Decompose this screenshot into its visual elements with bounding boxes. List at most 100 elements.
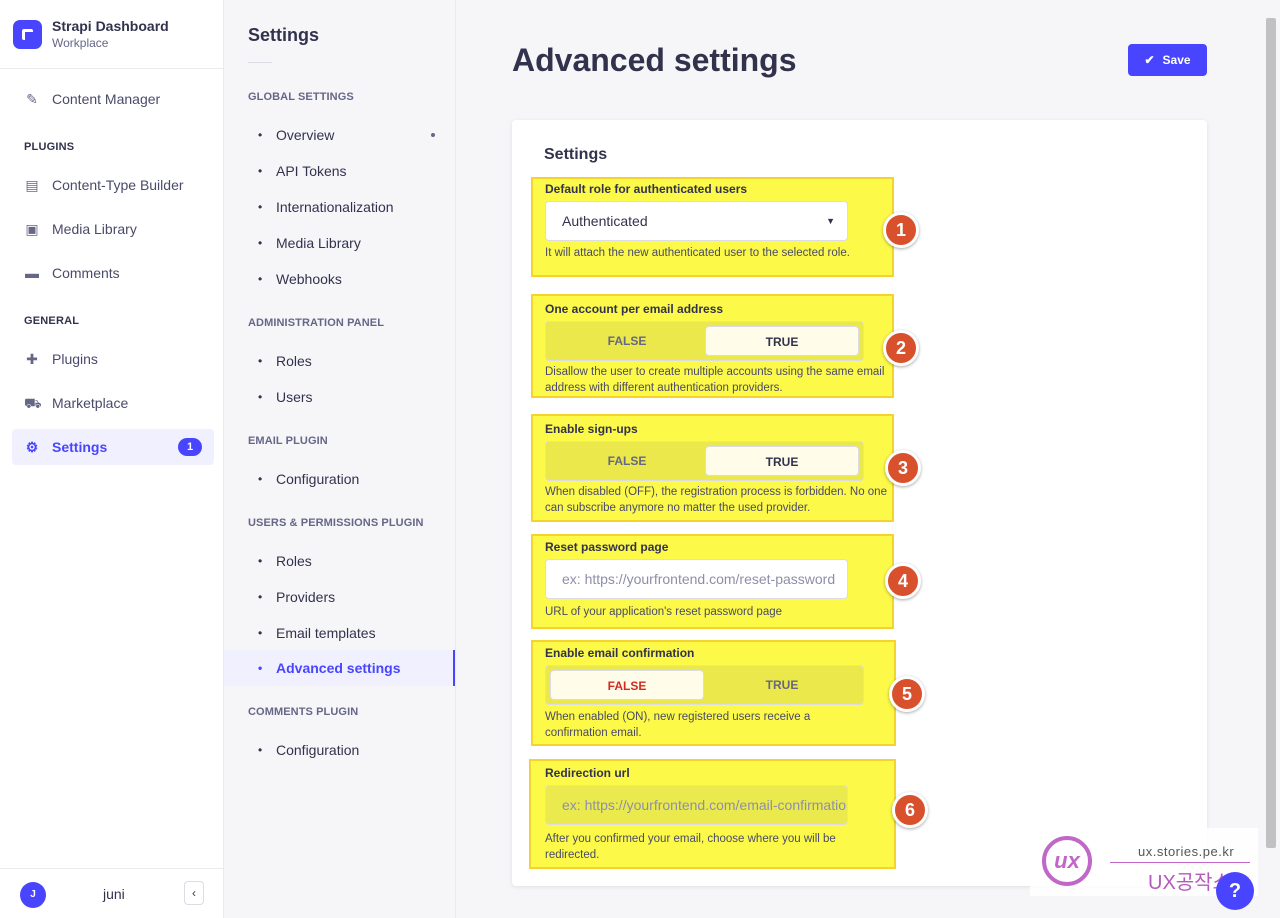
new-dot-icon bbox=[431, 133, 435, 137]
nav-label: Marketplace bbox=[52, 395, 129, 411]
collapse-nav-button[interactable]: ‹ bbox=[184, 881, 204, 905]
help-button[interactable]: ? bbox=[1216, 872, 1254, 910]
step-marker-2: 2 bbox=[883, 330, 919, 366]
subnav-item-internationalization[interactable]: Internationalization bbox=[224, 189, 455, 225]
nav-label: Content-Type Builder bbox=[52, 177, 184, 193]
watermark-logo-icon: ux bbox=[1042, 836, 1092, 886]
username[interactable]: juni bbox=[103, 886, 125, 902]
toggle-option-false[interactable]: FALSE bbox=[550, 326, 704, 356]
field-email-confirmation: Enable email confirmation FALSE TRUE Whe… bbox=[531, 640, 896, 746]
nav-label: Media Library bbox=[52, 221, 137, 237]
section-global-settings: GLOBAL SETTINGS bbox=[248, 91, 354, 103]
subnav-item-users[interactable]: Users bbox=[224, 379, 455, 415]
step-marker-5: 5 bbox=[889, 676, 925, 712]
subnav-label: Advanced settings bbox=[276, 660, 401, 676]
field-label: Enable sign-ups bbox=[545, 422, 638, 436]
field-enable-signups: Enable sign-ups FALSE TRUE When disabled… bbox=[531, 414, 894, 522]
reset-password-url-input[interactable]: ex: https://yourfrontend.com/reset-passw… bbox=[545, 559, 848, 599]
cart-icon: ⛟ bbox=[24, 395, 42, 411]
field-reset-password-page: Reset password page ex: https://yourfron… bbox=[531, 534, 894, 629]
select-value: Authenticated bbox=[562, 213, 648, 229]
subnav-label: Users bbox=[276, 389, 313, 405]
subnav-item-webhooks[interactable]: Webhooks bbox=[224, 261, 455, 297]
subnav-item-api-tokens[interactable]: API Tokens bbox=[224, 153, 455, 189]
field-hint: After you confirmed your email, choose w… bbox=[545, 833, 836, 861]
nav-section-general: GENERAL bbox=[24, 315, 80, 327]
caret-down-icon: ▼ bbox=[826, 216, 835, 226]
nav-settings[interactable]: ⚙ Settings 1 bbox=[12, 429, 214, 465]
section-administration-panel: ADMINISTRATION PANEL bbox=[248, 317, 385, 329]
section-comments-plugin: COMMENTS PLUGIN bbox=[248, 706, 359, 718]
watermark-divider bbox=[1110, 862, 1250, 863]
subnav-label: Email templates bbox=[276, 625, 376, 641]
speech-bubbles-icon: ▬ bbox=[25, 265, 39, 281]
page-scrollbar[interactable] bbox=[1262, 0, 1280, 918]
subnav-label: Webhooks bbox=[276, 271, 342, 287]
step-marker-3: 3 bbox=[885, 450, 921, 486]
toggle-option-true[interactable]: TRUE bbox=[705, 670, 859, 700]
settings-notification-badge: 1 bbox=[178, 438, 202, 456]
nav-media-library[interactable]: ▣ Media Library bbox=[12, 211, 214, 247]
subnav-label: Roles bbox=[276, 353, 312, 369]
field-label: Reset password page bbox=[545, 540, 669, 554]
subnav-item-email-configuration[interactable]: Configuration bbox=[224, 461, 455, 497]
nav-content-type-builder[interactable]: ▤ Content-Type Builder bbox=[12, 167, 214, 203]
workspace-brand[interactable]: Strapi Dashboard Workplace bbox=[0, 0, 223, 69]
field-label: Enable email confirmation bbox=[545, 646, 695, 660]
field-hint: URL of your application's reset password… bbox=[545, 606, 783, 618]
scrollbar-thumb[interactable] bbox=[1266, 18, 1276, 848]
toggle-option-true[interactable]: TRUE bbox=[705, 446, 859, 476]
layout-icon: ▤ bbox=[25, 177, 39, 193]
subnav-title: Settings bbox=[248, 25, 320, 45]
section-users-permissions-plugin: USERS & PERMISSIONS PLUGIN bbox=[248, 517, 424, 529]
field-label: Redirection url bbox=[545, 766, 630, 780]
brand-title: Strapi Dashboard bbox=[52, 18, 169, 34]
subnav-item-advanced-settings[interactable]: Advanced settings bbox=[224, 650, 455, 686]
step-marker-6: 6 bbox=[892, 792, 928, 828]
subnav-item-comments-configuration[interactable]: Configuration bbox=[224, 732, 455, 768]
settings-subnav: Settings GLOBAL SETTINGS Overview API To… bbox=[224, 0, 456, 918]
field-hint: When disabled (OFF), the registration pr… bbox=[545, 486, 887, 514]
user-footer: J juni ‹ bbox=[0, 868, 223, 918]
field-default-role: Default role for authenticated users Aut… bbox=[531, 177, 894, 277]
subnav-item-overview[interactable]: Overview bbox=[224, 117, 455, 153]
subnav-label: API Tokens bbox=[276, 163, 347, 179]
nav-plugins[interactable]: ✚ Plugins bbox=[12, 341, 214, 377]
pencil-icon: ✎ bbox=[26, 91, 38, 107]
main-navigation: Strapi Dashboard Workplace ✎ Content Man… bbox=[0, 0, 224, 918]
nav-content-manager[interactable]: ✎ Content Manager bbox=[12, 81, 214, 117]
subnav-item-media-library[interactable]: Media Library bbox=[224, 225, 455, 261]
nav-marketplace[interactable]: ⛟ Marketplace bbox=[12, 385, 214, 421]
check-icon: ✔ bbox=[1144, 53, 1155, 67]
field-hint: Disallow the user to create multiple acc… bbox=[545, 366, 885, 394]
subnav-item-up-roles[interactable]: Roles bbox=[224, 543, 455, 579]
default-role-select[interactable]: Authenticated ▼ bbox=[545, 201, 848, 241]
field-unique-email: One account per email address FALSE TRUE… bbox=[531, 294, 894, 398]
divider bbox=[248, 62, 272, 63]
subnav-label: Configuration bbox=[276, 471, 360, 487]
nav-label: Plugins bbox=[52, 351, 98, 367]
gear-icon: ⚙ bbox=[25, 439, 39, 455]
puzzle-icon: ✚ bbox=[26, 351, 38, 367]
step-marker-4: 4 bbox=[885, 563, 921, 599]
subnav-item-roles[interactable]: Roles bbox=[224, 343, 455, 379]
redirection-url-input[interactable]: ex: https://yourfrontend.com/email-confi… bbox=[545, 785, 848, 825]
enable-signups-toggle: FALSE TRUE bbox=[545, 441, 864, 481]
nav-comments[interactable]: ▬ Comments bbox=[12, 255, 214, 291]
toggle-option-false[interactable]: FALSE bbox=[550, 670, 704, 700]
nav-label: Settings bbox=[52, 439, 108, 455]
field-redirection-url: Redirection url ex: https://yourfrontend… bbox=[529, 759, 896, 869]
subnav-item-email-templates[interactable]: Email templates bbox=[224, 615, 455, 651]
subnav-label: Media Library bbox=[276, 235, 361, 251]
toggle-option-true[interactable]: TRUE bbox=[705, 326, 859, 356]
save-button-label: Save bbox=[1162, 53, 1191, 67]
subnav-item-providers[interactable]: Providers bbox=[224, 579, 455, 615]
nav-label: Comments bbox=[52, 265, 120, 281]
subnav-label: Providers bbox=[276, 589, 336, 605]
section-email-plugin: EMAIL PLUGIN bbox=[248, 435, 328, 447]
save-button[interactable]: ✔ Save bbox=[1128, 44, 1207, 76]
card-title: Settings bbox=[544, 146, 608, 163]
toggle-option-false[interactable]: FALSE bbox=[550, 446, 704, 476]
subnav-label: Internationalization bbox=[276, 199, 394, 215]
avatar[interactable]: J bbox=[20, 882, 46, 908]
